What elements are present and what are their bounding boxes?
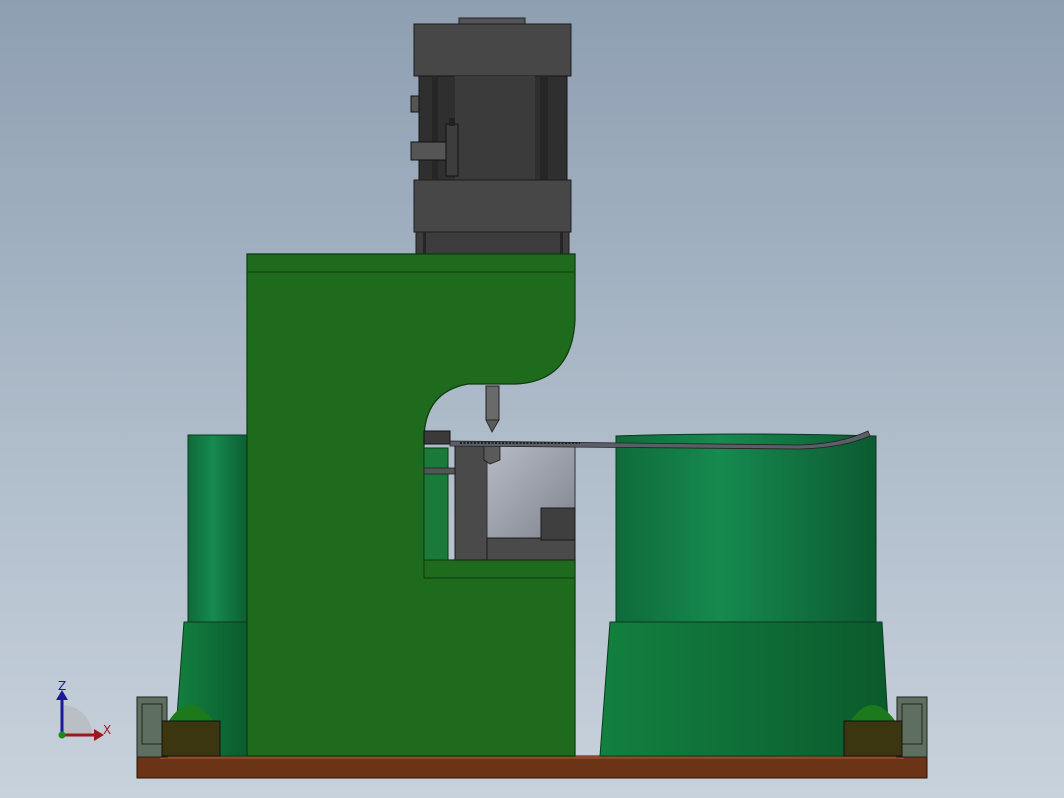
feeder-block — [423, 430, 451, 445]
motor-cap — [458, 17, 526, 25]
motor-latch — [410, 141, 448, 161]
punch-holder — [485, 385, 500, 421]
die-block — [540, 507, 576, 541]
motor-latch-pin — [449, 118, 455, 126]
coordinate-triad: Z X — [56, 679, 111, 741]
motor-bottom-block — [413, 179, 572, 233]
right-foot-block — [843, 720, 903, 757]
triad-x-label: X — [103, 723, 111, 737]
motor-top-block — [413, 23, 572, 77]
left-foot-block — [161, 720, 221, 757]
triad-quarter-disc — [62, 705, 92, 735]
motor-latch-rod — [445, 123, 459, 177]
motor-left-rib — [432, 76, 438, 180]
die-clamp — [483, 445, 501, 465]
die-holder — [454, 443, 488, 561]
motor-side-clip — [410, 95, 420, 113]
die-plate-base — [486, 537, 576, 561]
motor-right-rib — [540, 76, 548, 180]
throat-bar — [423, 467, 456, 475]
triad-z-label: Z — [58, 679, 66, 693]
punch-tip — [485, 419, 500, 433]
right-cylinder-upper — [615, 433, 877, 623]
base-plate — [136, 755, 928, 779]
left-cylinder-upper — [187, 434, 251, 623]
motor-flange — [415, 231, 570, 257]
motor-body-face — [455, 76, 535, 180]
cad-model-viewport[interactable]: Z X — [0, 0, 1064, 798]
triad-origin — [58, 731, 66, 739]
c-frame-lower-lip — [423, 559, 576, 579]
motor-flange-divider — [423, 232, 426, 256]
motor-flange-divider-r — [560, 232, 563, 256]
throat-green-rail — [423, 447, 449, 561]
